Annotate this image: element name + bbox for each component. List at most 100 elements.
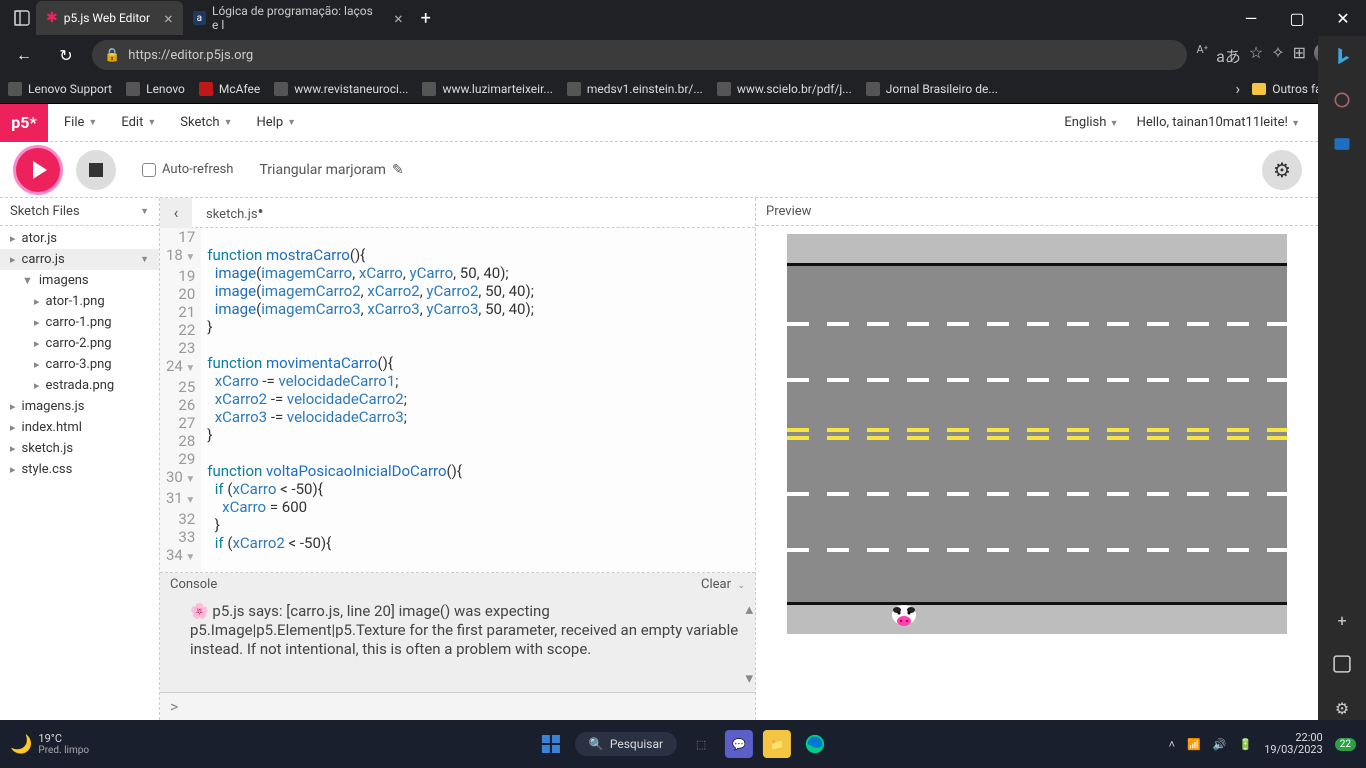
console-collapse-icon[interactable]: ⌄ [737, 581, 745, 591]
gear-icon: ⚙ [1273, 158, 1291, 182]
tab-overview-icon[interactable] [8, 4, 36, 32]
sketch-name[interactable]: Triangular marjoram ✎ [259, 162, 403, 178]
bookmark-revista[interactable]: www.revistaneuroci... [274, 82, 408, 96]
menu-file[interactable]: File ▼ [64, 115, 97, 130]
close-tab-icon[interactable]: × [164, 9, 173, 28]
maximize-button[interactable]: ▢ [1274, 0, 1320, 36]
file-carro1-png[interactable]: ▸carro-1.png [0, 312, 159, 333]
auto-refresh-label: Auto-refresh [162, 162, 233, 177]
close-tab-icon[interactable]: × [394, 9, 403, 28]
file-style[interactable]: ▸style.css [0, 459, 159, 480]
edge-icon[interactable] [801, 730, 829, 758]
bookmark-lenovo-support[interactable]: Lenovo Support [8, 82, 112, 96]
task-view-button[interactable]: ⬚ [687, 730, 715, 758]
favorites-icon[interactable]: ✧ [1271, 43, 1284, 67]
open-file-tab[interactable]: sketch.js• [192, 202, 278, 223]
weather-icon: 🌙 [10, 734, 32, 755]
file-menu-icon[interactable]: ▼ [140, 254, 149, 265]
menu-help[interactable]: Help ▼ [256, 115, 296, 130]
game-canvas [787, 234, 1287, 634]
file-estrada-png[interactable]: ▸estrada.png [0, 375, 159, 396]
bookmark-lenovo[interactable]: Lenovo [126, 82, 185, 96]
clear-button[interactable]: Clear [701, 577, 731, 592]
new-tab-button[interactable]: + [421, 8, 431, 29]
translate-icon[interactable]: aあ [1216, 43, 1241, 67]
sidebar-menu-icon[interactable]: ▼ [140, 206, 149, 217]
user-greeting[interactable]: Hello, tainan10mat11leite! ▼ [1137, 115, 1300, 130]
console-input[interactable]: > [160, 692, 755, 720]
p5-logo[interactable]: p5* [0, 104, 48, 142]
settings-button[interactable]: ⚙ [1262, 150, 1302, 190]
console-label: Console [170, 577, 217, 592]
stop-icon [89, 163, 103, 177]
collections-icon[interactable]: ⊞ [1293, 43, 1306, 67]
play-icon [33, 161, 47, 179]
edit-name-icon[interactable]: ✎ [392, 162, 404, 178]
microsoft-365-icon[interactable] [1330, 88, 1354, 112]
chat-app-icon[interactable]: 💬 [725, 730, 753, 758]
play-button[interactable] [16, 148, 60, 192]
tab-title: Lógica de programação: laços e l [212, 4, 380, 32]
start-button[interactable] [537, 730, 565, 758]
volume-icon[interactable]: 🔊 [1213, 738, 1227, 751]
collapse-sidebar-button[interactable]: ‹ [160, 198, 192, 228]
refresh-button[interactable]: ↻ [50, 39, 82, 71]
auto-refresh-toggle[interactable]: Auto-refresh [142, 162, 233, 177]
file-index[interactable]: ▸index.html [0, 417, 159, 438]
taskbar-search[interactable]: 🔍Pesquisar [575, 732, 677, 756]
scroll-up-icon[interactable]: ▴ [745, 600, 753, 619]
bookmark-overflow-icon[interactable]: › [1235, 79, 1240, 98]
bookmark-einstein[interactable]: medsv1.einstein.br/... [567, 82, 703, 96]
url-text: https://editor.p5js.org [128, 48, 253, 63]
outlook-icon[interactable] [1330, 132, 1354, 156]
bing-icon[interactable] [1330, 44, 1354, 68]
preview-label: Preview [756, 198, 1318, 226]
menu-sketch[interactable]: Sketch ▼ [180, 115, 232, 130]
file-sketch[interactable]: ▸sketch.js [0, 438, 159, 459]
bookmark-jornal[interactable]: Jornal Brasileiro de... [866, 82, 998, 96]
p5-favicon-icon: ✱ [46, 10, 58, 26]
minimize-button[interactable]: — [1228, 0, 1274, 36]
file-carro3-png[interactable]: ▸carro-3.png [0, 354, 159, 375]
explorer-icon[interactable]: 📁 [763, 730, 791, 758]
folder-imagens[interactable]: ▼imagens [0, 270, 159, 291]
file-carro[interactable]: ▸carro.js▼ [0, 249, 159, 270]
browser-tab-p5[interactable]: ✱ p5.js Web Editor × [36, 1, 183, 35]
file-ator[interactable]: ▸ator.js [0, 228, 159, 249]
checkbox-icon [142, 163, 156, 177]
scroll-down-icon[interactable]: ▾ [745, 669, 753, 688]
back-button[interactable]: ← [8, 39, 40, 71]
unsaved-indicator-icon: • [258, 202, 264, 223]
tray-chevron-icon[interactable]: ˄ [1169, 738, 1175, 751]
temperature: 19°C [38, 732, 89, 745]
language-select[interactable]: English ▼ [1064, 115, 1118, 130]
clock[interactable]: 22:00 19/03/2023 [1264, 732, 1323, 756]
battery-icon[interactable]: 🔋 [1239, 738, 1253, 751]
menu-edit[interactable]: Edit ▼ [121, 115, 156, 130]
close-window-button[interactable]: ✕ [1320, 0, 1366, 36]
sidebar-panel-icon[interactable] [1330, 652, 1354, 676]
browser-tab-alura[interactable]: a Lógica de programação: laços e l × [183, 1, 413, 35]
weather-desc: Pred. limpo [38, 745, 89, 756]
tab-title: p5.js Web Editor [64, 11, 150, 25]
file-imagens-js[interactable]: ▸imagens.js [0, 396, 159, 417]
sidebar-header: Sketch Files ▼ [0, 198, 159, 226]
search-icon: 🔍 [589, 737, 604, 751]
add-sidebar-icon[interactable]: + [1330, 608, 1354, 632]
console-output: 🌸 p5.js says: [carro.js, line 20] image(… [160, 596, 755, 692]
bookmark-mcafee[interactable]: McAfee [199, 82, 260, 96]
notification-badge[interactable]: 22 [1335, 738, 1356, 751]
bookmark-luzimar[interactable]: www.luzimarteixeir... [422, 82, 552, 96]
sidebar-settings-icon[interactable]: ⚙ [1330, 696, 1354, 720]
file-ator-png[interactable]: ▸ator-1.png [0, 291, 159, 312]
cow-sprite [887, 602, 921, 628]
weather-widget[interactable]: 🌙 19°C Pred. limpo [0, 732, 89, 756]
bookmark-scielo[interactable]: www.scielo.br/pdf/j... [717, 82, 852, 96]
code-editor[interactable]: 17 18 ▼19 20 21 22 23 24 ▼25 26 27 28 29… [160, 228, 755, 572]
address-bar[interactable]: 🔒 https://editor.p5js.org [92, 40, 1187, 70]
star-icon[interactable]: ☆ [1249, 43, 1263, 67]
stop-button[interactable] [76, 150, 116, 190]
file-carro2-png[interactable]: ▸carro-2.png [0, 333, 159, 354]
wifi-icon[interactable]: 📶 [1187, 738, 1201, 751]
read-aloud-icon[interactable]: A⁺ [1197, 43, 1209, 67]
